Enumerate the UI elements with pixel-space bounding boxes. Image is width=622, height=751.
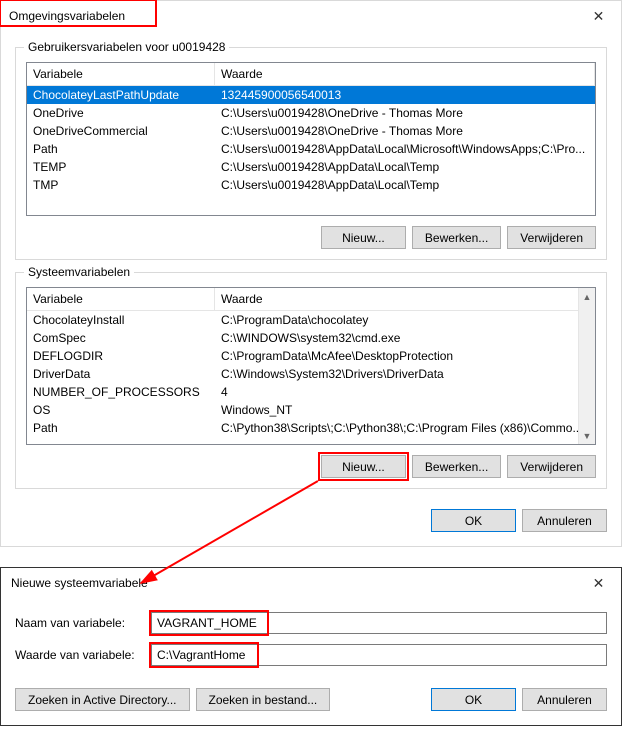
user-new-button[interactable]: Nieuw... xyxy=(321,226,406,249)
user-edit-button[interactable]: Bewerken... xyxy=(412,226,501,249)
table-row[interactable]: ComSpecC:\WINDOWS\system32\cmd.exe xyxy=(27,329,595,347)
col-value[interactable]: Waarde xyxy=(215,288,595,310)
close-icon: ✕ xyxy=(593,575,605,592)
cell-name: ChocolateyInstall xyxy=(27,313,215,327)
system-vars-title: Systeemvariabelen xyxy=(24,265,134,279)
var-value-input[interactable] xyxy=(151,644,607,666)
close-button[interactable]: ✕ xyxy=(576,1,621,31)
browse-ad-button[interactable]: Zoeken in Active Directory... xyxy=(15,688,190,711)
cell-name: ComSpec xyxy=(27,331,215,345)
cancel-button[interactable]: Annuleren xyxy=(522,509,607,532)
system-delete-button[interactable]: Verwijderen xyxy=(507,455,596,478)
cell-value: Windows_NT xyxy=(215,403,595,417)
var-name-input[interactable] xyxy=(151,612,607,634)
scroll-up-icon[interactable]: ▲ xyxy=(579,288,595,305)
scrollbar[interactable]: ▲ ▼ xyxy=(578,288,595,444)
cell-value: 4 xyxy=(215,385,595,399)
user-vars-list[interactable]: Variabele Waarde ChocolateyLastPathUpdat… xyxy=(26,62,596,216)
table-row[interactable]: OSWindows_NT xyxy=(27,401,595,419)
table-row[interactable]: ChocolateyLastPathUpdate1324459000565400… xyxy=(27,86,595,104)
list-header: Variabele Waarde xyxy=(27,63,595,86)
system-edit-button[interactable]: Bewerken... xyxy=(412,455,501,478)
table-row[interactable]: DEFLOGDIRC:\ProgramData\McAfee\DesktopPr… xyxy=(27,347,595,365)
label-var-value: Waarde van variabele: xyxy=(15,648,143,662)
cell-name: OneDriveCommercial xyxy=(27,124,215,138)
cell-name: Path xyxy=(27,421,215,435)
env-vars-dialog: Omgevingsvariabelen ✕ Gebruikersvariabel… xyxy=(0,0,622,547)
cell-value: C:\WINDOWS\system32\cmd.exe xyxy=(215,331,595,345)
cell-name: DEFLOGDIR xyxy=(27,349,215,363)
cell-name: NUMBER_OF_PROCESSORS xyxy=(27,385,215,399)
cell-name: DriverData xyxy=(27,367,215,381)
user-vars-group: Gebruikersvariabelen voor u0019428 Varia… xyxy=(15,47,607,260)
cell-value: C:\Users\u0019428\AppData\Local\Temp xyxy=(215,178,595,192)
new-system-var-dialog: Nieuwe systeemvariabele ✕ Naam van varia… xyxy=(0,567,622,726)
cell-value: C:\Users\u0019428\AppData\Local\Temp xyxy=(215,160,595,174)
table-row[interactable]: TMPC:\Users\u0019428\AppData\Local\Temp xyxy=(27,176,595,194)
cell-value: C:\Python38\Scripts\;C:\Python38\;C:\Pro… xyxy=(215,421,595,435)
list-header: Variabele Waarde xyxy=(27,288,595,311)
scroll-down-icon[interactable]: ▼ xyxy=(579,427,595,444)
close-button[interactable]: ✕ xyxy=(576,568,621,598)
table-row[interactable]: TEMPC:\Users\u0019428\AppData\Local\Temp xyxy=(27,158,595,176)
col-variable[interactable]: Variabele xyxy=(27,288,215,310)
system-new-button[interactable]: Nieuw... xyxy=(321,455,406,478)
cancel-button[interactable]: Annuleren xyxy=(522,688,607,711)
cell-value: C:\Windows\System32\Drivers\DriverData xyxy=(215,367,595,381)
col-value[interactable]: Waarde xyxy=(215,63,595,85)
cell-value: C:\ProgramData\McAfee\DesktopProtection xyxy=(215,349,595,363)
table-row[interactable]: PathC:\Python38\Scripts\;C:\Python38\;C:… xyxy=(27,419,595,437)
cell-value: C:\ProgramData\chocolatey xyxy=(215,313,595,327)
browse-file-button[interactable]: Zoeken in bestand... xyxy=(196,688,331,711)
window-title: Nieuwe systeemvariabele xyxy=(11,576,576,590)
titlebar: Nieuwe systeemvariabele ✕ xyxy=(1,568,621,598)
col-variable[interactable]: Variabele xyxy=(27,63,215,85)
ok-button[interactable]: OK xyxy=(431,509,516,532)
ok-button[interactable]: OK xyxy=(431,688,516,711)
label-var-name: Naam van variabele: xyxy=(15,616,143,630)
cell-name: OneDrive xyxy=(27,106,215,120)
system-vars-list[interactable]: Variabele Waarde ChocolateyInstallC:\Pro… xyxy=(26,287,596,445)
cell-value: C:\Users\u0019428\AppData\Local\Microsof… xyxy=(215,142,595,156)
user-delete-button[interactable]: Verwijderen xyxy=(507,226,596,249)
cell-name: ChocolateyLastPathUpdate xyxy=(27,88,215,102)
table-row[interactable]: DriverDataC:\Windows\System32\Drivers\Dr… xyxy=(27,365,595,383)
cell-value: 132445900056540013 xyxy=(215,88,595,102)
table-row[interactable]: OneDriveCommercialC:\Users\u0019428\OneD… xyxy=(27,122,595,140)
cell-name: OS xyxy=(27,403,215,417)
cell-name: Path xyxy=(27,142,215,156)
user-vars-title: Gebruikersvariabelen voor u0019428 xyxy=(24,40,229,54)
cell-value: C:\Users\u0019428\OneDrive - Thomas More xyxy=(215,106,595,120)
system-vars-group: Systeemvariabelen Variabele Waarde Choco… xyxy=(15,272,607,489)
cell-name: TEMP xyxy=(27,160,215,174)
table-row[interactable]: NUMBER_OF_PROCESSORS4 xyxy=(27,383,595,401)
table-row[interactable]: PathC:\Users\u0019428\AppData\Local\Micr… xyxy=(27,140,595,158)
table-row[interactable]: ChocolateyInstallC:\ProgramData\chocolat… xyxy=(27,311,595,329)
cell-name: TMP xyxy=(27,178,215,192)
window-title: Omgevingsvariabelen xyxy=(9,9,576,23)
table-row[interactable]: OneDriveC:\Users\u0019428\OneDrive - Tho… xyxy=(27,104,595,122)
titlebar: Omgevingsvariabelen ✕ xyxy=(1,1,621,31)
close-icon: ✕ xyxy=(593,8,605,25)
cell-value: C:\Users\u0019428\OneDrive - Thomas More xyxy=(215,124,595,138)
